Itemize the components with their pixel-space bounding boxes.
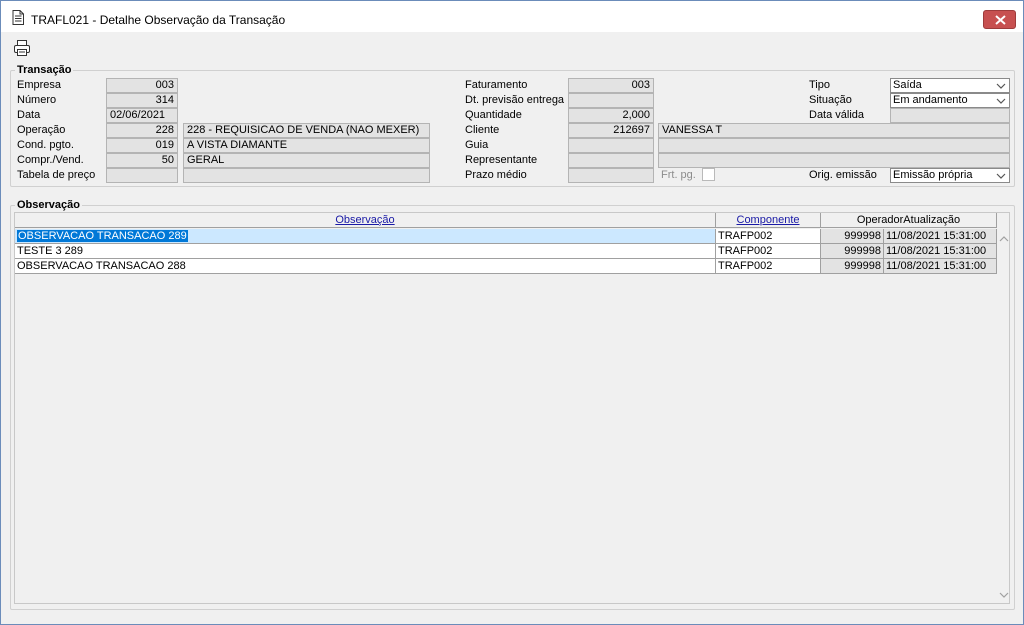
scroll-up-icon[interactable] bbox=[999, 235, 1009, 243]
situacao-label: Situação bbox=[809, 94, 852, 106]
tabela-preco-code-field[interactable] bbox=[106, 168, 178, 183]
cliente-name-field[interactable]: VANESSA T bbox=[658, 123, 1010, 138]
orig-emissao-label: Orig. emissão bbox=[809, 169, 877, 181]
operacao-code-field[interactable]: 228 bbox=[106, 123, 178, 138]
data-field[interactable]: 02/06/2021 bbox=[106, 108, 178, 123]
empresa-label: Empresa bbox=[17, 79, 62, 91]
compr-vend-label: Compr./Vend. bbox=[17, 154, 84, 166]
observacao-title: Observação bbox=[15, 198, 82, 212]
tabela-preco-desc-field[interactable] bbox=[183, 168, 430, 183]
cond-pgto-desc-field[interactable]: A VISTA DIAMANTE bbox=[183, 138, 430, 153]
situacao-value: Em andamento bbox=[893, 94, 968, 106]
situacao-select[interactable]: Em andamento bbox=[890, 93, 1010, 108]
data-valida-label: Data válida bbox=[809, 109, 865, 121]
scroll-down-icon[interactable] bbox=[999, 591, 1009, 599]
table-row[interactable]: OBSERVACAO TRANSACAO 288 TRAFP002 999998… bbox=[15, 259, 997, 274]
observacao-cell-text: OBSERVACAO TRANSACAO 289 bbox=[17, 230, 188, 242]
faturamento-label: Faturamento bbox=[465, 79, 528, 91]
table-row[interactable]: OBSERVACAO TRANSACAO 289 TRAFP002 999998… bbox=[15, 229, 997, 244]
representante-code-field[interactable] bbox=[568, 153, 654, 168]
dt-previsao-field[interactable] bbox=[568, 93, 654, 108]
cliente-code-field[interactable]: 212697 bbox=[568, 123, 654, 138]
atualizacao-cell: 11/08/2021 15:31:00 bbox=[884, 244, 997, 259]
close-icon bbox=[995, 15, 1006, 25]
cliente-label: Cliente bbox=[465, 124, 500, 136]
tipo-value: Saída bbox=[893, 79, 922, 91]
observacao-cell: TESTE 3 289 bbox=[15, 244, 716, 259]
observacao-grid[interactable]: Observação Componente OperadorAtualizaçã… bbox=[14, 212, 1010, 604]
document-icon bbox=[12, 10, 24, 25]
dt-previsao-label: Dt. previsão entrega bbox=[465, 94, 565, 106]
prazo-medio-field[interactable] bbox=[568, 168, 654, 183]
componente-cell: TRAFP002 bbox=[716, 229, 821, 244]
observacao-cell: OBSERVACAO TRANSACAO 289 bbox=[15, 229, 716, 244]
table-row[interactable]: TESTE 3 289 TRAFP002 999998 11/08/2021 1… bbox=[15, 244, 997, 259]
compr-vend-code-field[interactable]: 50 bbox=[106, 153, 178, 168]
cond-pgto-label: Cond. pgto. bbox=[17, 139, 74, 151]
data-valida-field[interactable] bbox=[890, 108, 1010, 123]
compr-vend-desc-field[interactable]: GERAL bbox=[183, 153, 430, 168]
numero-field[interactable]: 314 bbox=[106, 93, 178, 108]
printer-icon[interactable] bbox=[13, 39, 31, 57]
chevron-down-icon bbox=[996, 83, 1006, 89]
chevron-down-icon bbox=[996, 98, 1006, 104]
guia-label: Guia bbox=[465, 139, 489, 151]
quantidade-field[interactable]: 2,000 bbox=[568, 108, 654, 123]
column-header-observacao[interactable]: Observação bbox=[15, 213, 716, 228]
operador-cell: 999998 bbox=[821, 229, 884, 244]
operador-cell: 999998 bbox=[821, 259, 884, 274]
atualizacao-cell: 11/08/2021 15:31:00 bbox=[884, 259, 997, 274]
operador-cell: 999998 bbox=[821, 244, 884, 259]
quantidade-label: Quantidade bbox=[465, 109, 522, 121]
frt-pg-checkbox[interactable] bbox=[702, 168, 715, 181]
window-title: TRAFL021 - Detalhe Observação da Transaç… bbox=[31, 13, 286, 27]
observacao-cell: OBSERVACAO TRANSACAO 288 bbox=[15, 259, 716, 274]
close-button[interactable] bbox=[983, 10, 1016, 29]
componente-cell: TRAFP002 bbox=[716, 244, 821, 259]
data-label: Data bbox=[17, 109, 41, 121]
atualizacao-cell: 11/08/2021 15:31:00 bbox=[884, 229, 997, 244]
toolbar bbox=[1, 34, 1023, 62]
tipo-select[interactable]: Saída bbox=[890, 78, 1010, 93]
chevron-down-icon bbox=[996, 173, 1006, 179]
app-window: TRAFL021 - Detalhe Observação da Transaç… bbox=[0, 0, 1024, 625]
faturamento-field[interactable]: 003 bbox=[568, 78, 654, 93]
transacao-title: Transação bbox=[15, 63, 74, 77]
componente-cell: TRAFP002 bbox=[716, 259, 821, 274]
representante-name-field[interactable] bbox=[658, 153, 1010, 168]
tipo-label: Tipo bbox=[809, 79, 830, 91]
tabela-preco-label: Tabela de preço bbox=[17, 169, 96, 181]
cond-pgto-code-field[interactable]: 019 bbox=[106, 138, 178, 153]
orig-emissao-select[interactable]: Emissão própria bbox=[890, 168, 1010, 183]
column-header-componente[interactable]: Componente bbox=[716, 213, 821, 228]
column-header-operador: Operador bbox=[856, 214, 904, 226]
column-header-atualizacao: Atualização bbox=[903, 214, 961, 226]
numero-label: Número bbox=[17, 94, 57, 106]
operacao-desc-field[interactable]: 228 - REQUISICAO DE VENDA (NAO MEXER) bbox=[183, 123, 430, 138]
orig-emissao-value: Emissão própria bbox=[893, 169, 973, 181]
title-bar: TRAFL021 - Detalhe Observação da Transaç… bbox=[1, 1, 1023, 32]
operacao-label: Operação bbox=[17, 124, 66, 136]
guia-code-field[interactable] bbox=[568, 138, 654, 153]
column-header-operador-atualizacao[interactable]: OperadorAtualização bbox=[821, 213, 997, 228]
guia-name-field[interactable] bbox=[658, 138, 1010, 153]
empresa-field[interactable]: 003 bbox=[106, 78, 178, 93]
frt-pg-label: Frt. pg. bbox=[661, 169, 696, 181]
prazo-medio-label: Prazo médio bbox=[465, 169, 527, 181]
representante-label: Representante bbox=[465, 154, 538, 166]
